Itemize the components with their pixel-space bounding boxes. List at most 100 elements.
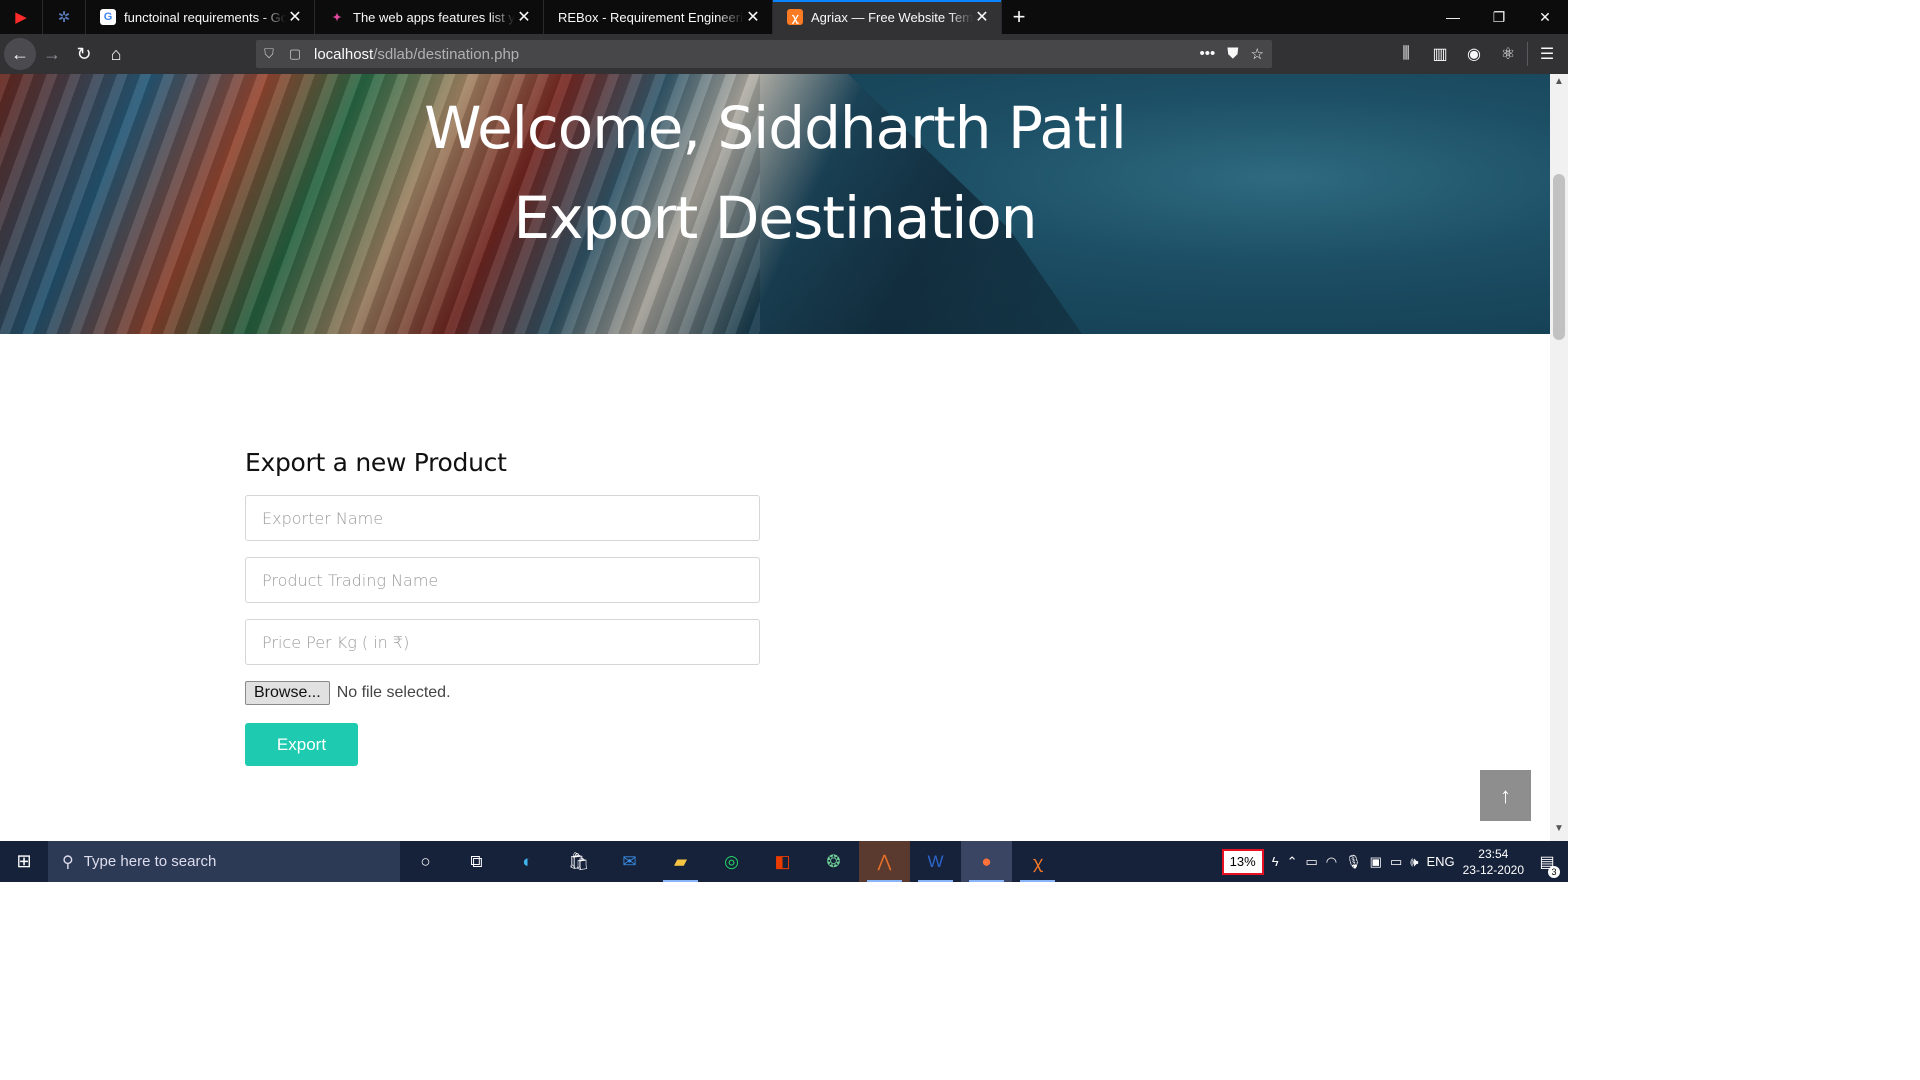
tab-title: REBox - Requirement Engineering [558, 9, 744, 25]
page-viewport: Welcome, Siddharth Patil Export Destinat… [0, 74, 1550, 841]
forward-button[interactable]: → [36, 38, 68, 70]
restore-icon[interactable]: ❐ [1476, 0, 1522, 34]
file-explorer-icon[interactable]: ▰ [655, 841, 706, 882]
youtube-icon: ▶ [15, 9, 27, 26]
search-icon: ⚲ [62, 853, 74, 871]
tab-title: The web apps features list you [353, 9, 515, 25]
close-tab-icon[interactable]: ✕ [286, 7, 304, 27]
browse-button[interactable]: Browse... [245, 681, 330, 705]
cortana-icon[interactable]: ○ [400, 841, 451, 882]
start-button[interactable]: ⊞ [0, 841, 48, 882]
extension-icon[interactable]: ⚛ [1493, 44, 1523, 64]
camera-icon[interactable]: ▭ [1305, 854, 1317, 870]
microphone-icon[interactable]: 🎙 [1345, 854, 1362, 870]
display-icon[interactable]: ▣ [1370, 854, 1382, 870]
minimize-icon[interactable]: — [1430, 0, 1476, 34]
matlab-icon[interactable]: ⋀ [859, 841, 910, 882]
edge-icon[interactable]: ◐ [502, 841, 553, 882]
volume-icon[interactable]: 🕪 [1410, 854, 1418, 870]
notification-center-icon[interactable]: ▤ 3 [1532, 852, 1562, 878]
tab-title: functoinal requirements - Goo [124, 9, 286, 25]
sidebar-icon[interactable]: ▥ [1425, 44, 1455, 64]
library-icon[interactable]: ⫼ [1391, 45, 1421, 63]
notification-count: 3 [1548, 865, 1560, 878]
tab-web-apps-features[interactable]: ✦ The web apps features list you ✕ [315, 0, 544, 34]
office-icon[interactable]: ◧ [757, 841, 808, 882]
url-bar[interactable]: ⛉ ▢ localhost/sdlab/destination.php ••• … [256, 40, 1272, 68]
browser-nav-bar: ← → ↻ ⌂ ⛉ ▢ localhost/sdlab/destination.… [0, 34, 1568, 74]
clock[interactable]: 23:54 23-12-2020 [1463, 846, 1524, 878]
firefox-icon[interactable]: ● [961, 841, 1012, 882]
close-tab-icon[interactable]: ✕ [515, 7, 533, 27]
store-icon[interactable]: 🛍 [553, 841, 604, 882]
pocket-icon[interactable]: ⛊ [1227, 45, 1238, 63]
charging-icon: ϟ [1271, 854, 1279, 869]
page-title: Export Destination [513, 184, 1037, 252]
back-button[interactable]: ← [4, 38, 36, 70]
tab-functional-requirements[interactable]: G functoinal requirements - Goo ✕ [86, 0, 315, 34]
chevron-up-icon[interactable]: ⌃ [1287, 854, 1298, 870]
toolbar-divider [1527, 42, 1528, 66]
url-text[interactable]: localhost/sdlab/destination.php [314, 46, 519, 63]
export-product-form: Export a new Product Browse... No file s… [245, 448, 765, 766]
file-status: No file selected. [336, 684, 451, 701]
page-scrollbar[interactable]: ▲ ▼ [1550, 74, 1568, 841]
hero-banner: Welcome, Siddharth Patil Export Destinat… [0, 74, 1550, 334]
clock-time: 23:54 [1478, 846, 1509, 861]
scroll-to-top-button[interactable]: ↑ [1480, 770, 1531, 821]
account-icon[interactable]: ◉ [1459, 44, 1489, 64]
search-placeholder: Type here to search [83, 853, 217, 870]
shield-icon[interactable]: ⛉ [256, 46, 282, 62]
site-icon: ✲ [57, 9, 71, 26]
reload-button[interactable]: ↻ [68, 38, 100, 70]
site-icon: ✦ [332, 11, 342, 24]
pinned-tab-site[interactable]: ✲ [43, 0, 86, 34]
welcome-heading: Welcome, Siddharth Patil [424, 94, 1127, 162]
taskbar-search[interactable]: ⚲ Type here to search [48, 841, 400, 882]
new-tab-button[interactable]: + [1002, 0, 1036, 34]
url-path: /sdlab/destination.php [373, 45, 520, 63]
price-per-kg-input[interactable] [245, 619, 760, 665]
taskbar-apps: ○ ⧉ ◐ 🛍 ✉ ▰ ◎ ◧ ❂ ⋀ W ● ꭓ [400, 841, 1063, 882]
scroll-down-icon[interactable]: ▼ [1550, 823, 1568, 839]
word-icon[interactable]: W [910, 841, 961, 882]
exporter-name-input[interactable] [245, 495, 760, 541]
wifi-icon[interactable]: ◠ [1326, 854, 1337, 870]
menu-icon[interactable]: ☰ [1532, 44, 1562, 64]
window-controls: — ❐ ✕ [1430, 0, 1568, 34]
language-indicator[interactable]: ENG [1426, 854, 1454, 869]
battery-percent: 13% [1223, 850, 1262, 873]
task-view-icon[interactable]: ⧉ [451, 841, 502, 882]
app-icon[interactable]: ❂ [808, 841, 859, 882]
tab-agriax[interactable]: ꭓ Agriax — Free Website Templa ✕ [773, 0, 1002, 34]
windows-icon: ⊞ [16, 851, 32, 871]
product-trading-name-input[interactable] [245, 557, 760, 603]
tab-rebox[interactable]: REBox - Requirement Engineering ✕ [544, 0, 773, 34]
battery-icon[interactable]: ▭ [1390, 854, 1402, 870]
export-button[interactable]: Export [245, 723, 358, 766]
whatsapp-icon[interactable]: ◎ [706, 841, 757, 882]
arrow-up-icon: ↑ [1500, 782, 1511, 808]
close-window-icon[interactable]: ✕ [1522, 0, 1568, 34]
scroll-up-icon[interactable]: ▲ [1550, 76, 1568, 92]
close-tab-icon[interactable]: ✕ [973, 7, 991, 27]
home-button[interactable]: ⌂ [100, 38, 132, 70]
page-info-icon[interactable]: ▢ [282, 46, 308, 62]
mail-icon[interactable]: ✉ [604, 841, 655, 882]
file-upload: Browse... No file selected. [245, 681, 765, 705]
form-title: Export a new Product [245, 448, 507, 477]
xampp-icon: ꭓ [787, 9, 803, 25]
pinned-tab-youtube[interactable]: ▶ [0, 0, 43, 34]
close-tab-icon[interactable]: ✕ [744, 7, 762, 27]
system-tray: 13% ϟ ⌃ ▭ ◠ 🎙 ▣ ▭ 🕪 ENG 23:54 23-12-2020… [1221, 841, 1568, 882]
browser-tab-bar: ▶ ✲ G functoinal requirements - Goo ✕ ✦ … [0, 0, 1568, 34]
bookmark-star-icon[interactable]: ☆ [1251, 45, 1264, 63]
xampp-icon[interactable]: ꭓ [1012, 841, 1063, 882]
clock-date: 23-12-2020 [1462, 862, 1524, 877]
battery-indicator[interactable]: 13% [1221, 848, 1264, 875]
url-host: localhost [314, 45, 374, 63]
tab-title: Agriax — Free Website Templa [811, 9, 973, 25]
scrollbar-thumb[interactable] [1553, 174, 1565, 340]
page-actions-icon[interactable]: ••• [1200, 45, 1216, 63]
windows-taskbar: ⊞ ⚲ Type here to search ○ ⧉ ◐ 🛍 ✉ ▰ ◎ ◧ … [0, 841, 1568, 882]
